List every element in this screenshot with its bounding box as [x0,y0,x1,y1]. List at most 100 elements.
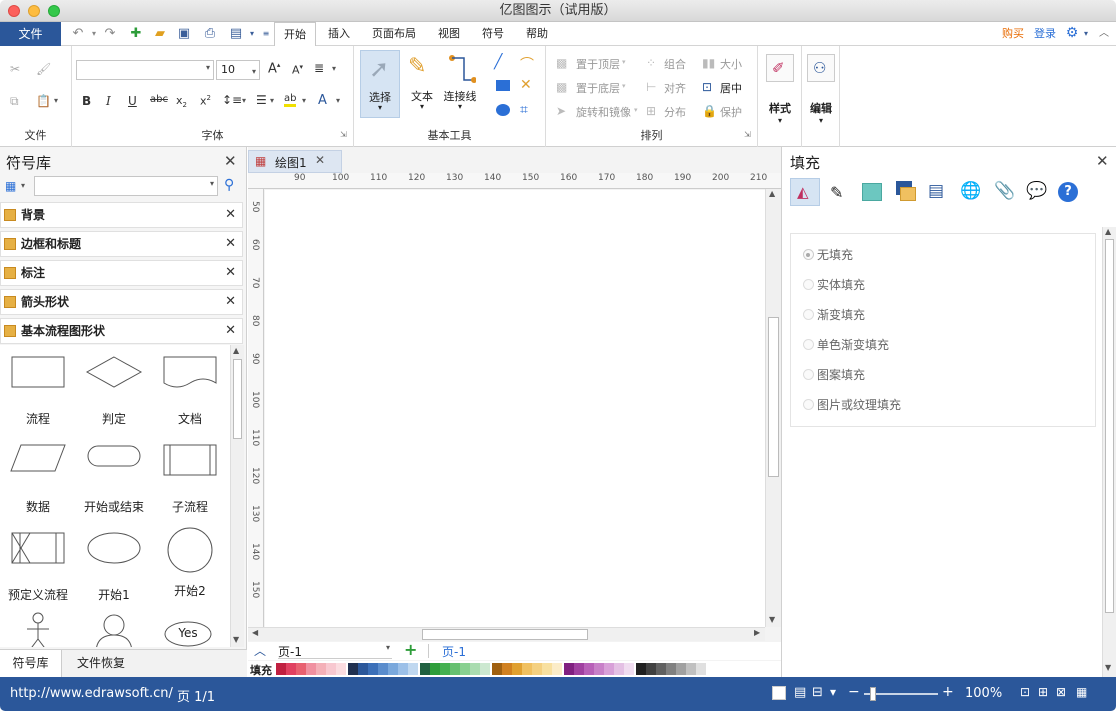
fill-option-picture-texture[interactable]: 图片或纹理填充 [803,396,901,413]
bring-front-button[interactable]: 置于顶层 [576,56,620,72]
style-dropdown-icon[interactable]: ▾ [758,116,802,125]
tab-view[interactable]: 视图 [432,22,466,46]
redo-icon[interactable]: ↷ [102,26,118,42]
page-view-icon[interactable]: ▤ [794,685,806,700]
color-swatch[interactable] [701,663,706,675]
line-tool-icon[interactable]: ╱ [494,54,502,70]
align-button[interactable]: 对齐 [664,80,686,96]
shape-predefined-process[interactable]: 预定义流程 [2,531,74,603]
subscript-icon[interactable]: x2 [176,94,187,109]
increase-font-icon[interactable]: A▴ [268,61,280,76]
fill-option-mono-gradient[interactable]: 单色渐变填充 [803,336,889,353]
tab-help[interactable]: 帮助 [520,22,554,46]
add-page-icon[interactable]: + [404,640,417,659]
search-icon[interactable]: ⚲ [224,177,234,193]
paste-dropdown-icon[interactable]: ▾ [54,96,58,105]
normal-view-icon[interactable] [772,686,786,700]
crop-tool-icon[interactable]: ⌗ [520,102,528,118]
arc-tool-icon[interactable]: ⌒ [520,54,534,74]
website-link[interactable]: http://www.edrawsoft.cn/ [10,686,173,701]
fit-page-icon[interactable]: ⊡ [1020,685,1030,699]
attachment-icon[interactable]: 📎 [994,181,1015,201]
text-align-dropdown-icon[interactable]: ▾ [332,64,336,73]
library-section-background[interactable]: 背景 ✕ [0,202,243,228]
zoom-area-icon[interactable]: ⊠ [1056,685,1066,699]
new-document-icon[interactable]: ✚ [128,26,144,42]
connector-tool-button[interactable]: 连接线 ▾ [442,50,478,118]
font-size-select[interactable]: 10 ▾ [216,60,260,80]
scroll-down-icon[interactable]: ▼ [233,635,239,644]
zoom-in-icon[interactable]: + [942,684,954,700]
close-window-button[interactable] [8,5,20,17]
library-menu-dropdown-icon[interactable]: ▾ [21,181,25,190]
comment-icon[interactable]: 💬 [1026,181,1047,201]
rotate-mirror-button[interactable]: 旋转和镜像 [576,104,631,120]
print-icon[interactable]: ⎙ [202,26,218,42]
text-tool-button[interactable]: ✎ 文本 ▾ [402,50,442,118]
shape-decision[interactable]: 判定 [82,355,146,427]
scroll-right-icon[interactable]: ▶ [754,628,760,637]
library-section-callouts[interactable]: 标注 ✕ [0,260,243,286]
canvas-horizontal-scrollbar[interactable]: ◀ ▶ [248,627,765,641]
drawing-page[interactable] [265,190,765,627]
text-align-icon[interactable]: ≣ [314,61,324,75]
shape-terminator[interactable]: 开始或结束 [78,443,150,515]
paste-icon[interactable]: 📋 [36,94,51,108]
radio-pattern[interactable] [803,369,814,380]
close-icon[interactable]: ✕ [225,232,236,256]
login-link[interactable]: 登录 [1030,22,1060,46]
buy-link[interactable]: 购买 [998,22,1028,46]
library-section-basic-flowchart[interactable]: 基本流程图形状 ✕ [0,318,243,344]
strikethrough-icon[interactable]: abc [150,94,168,105]
library-section-arrows[interactable]: 箭头形状 ✕ [0,289,243,315]
scroll-up-icon[interactable]: ▲ [233,346,239,355]
doc-tab-close-icon[interactable]: ✕ [315,153,325,167]
send-back-button[interactable]: 置于底层 [576,80,620,96]
color-swatch[interactable] [413,663,418,675]
settings-dropdown-icon[interactable]: ▾ [1078,26,1094,42]
rectangle-tool-icon[interactable] [496,80,510,91]
canvas-hscroll-thumb[interactable] [422,629,588,640]
fit-dropdown-icon[interactable]: ▾ [830,685,836,699]
doc-tab[interactable]: ▦ 绘图1 ✕ [248,150,342,173]
center-button[interactable]: 居中 [720,80,742,96]
color-swatch[interactable] [485,663,490,675]
hyperlink-globe-icon[interactable]: 🌐 [960,181,981,201]
file-menu-button[interactable]: 文件 [0,22,61,46]
collapse-ribbon-icon[interactable]: ︿ [1096,26,1112,42]
line-style-icon[interactable]: ✎ [830,183,843,202]
edit-button[interactable]: ⚇ [807,54,835,82]
open-folder-icon[interactable]: ▰ [152,26,168,42]
page-nav-up-icon[interactable]: ︿ [254,642,266,659]
font-color-icon[interactable]: A [318,93,327,108]
group-button[interactable]: 组合 [664,56,686,72]
shape-start1[interactable]: 开始1 [82,531,146,603]
library-section-borders-titles[interactable]: 边框和标题 ✕ [0,231,243,257]
shape-document[interactable]: 文档 [158,355,222,427]
shape-actor[interactable] [22,611,54,647]
tab-insert[interactable]: 插入 [322,22,356,46]
library-scroll-thumb[interactable] [233,359,242,439]
bullets-dropdown-icon[interactable]: ▾ [270,96,274,105]
zoom-window-button[interactable] [48,5,60,17]
presentation-icon[interactable]: ⊟ [812,685,823,700]
style-button[interactable]: ✐ [766,54,794,82]
library-scrollbar[interactable]: ▲ ▼ [230,345,244,647]
canvas-vertical-scrollbar[interactable]: ▲ ▼ [765,189,781,627]
radio-picture[interactable] [803,399,814,410]
fill-option-pattern[interactable]: 图案填充 [803,366,865,383]
fill-option-solid[interactable]: 实体填充 [803,276,865,293]
line-spacing-dropdown-icon[interactable]: ▾ [242,96,246,105]
close-icon[interactable]: ✕ [225,261,236,285]
scroll-up-icon[interactable]: ▲ [1105,227,1111,236]
ellipse-tool-icon[interactable] [496,104,510,116]
italic-icon[interactable]: I [106,94,111,108]
distribute-button[interactable]: 分布 [664,104,686,120]
tab-page-layout[interactable]: 页面布局 [366,22,422,46]
shape-subprocess[interactable]: 子流程 [158,443,222,515]
page-selector[interactable]: 页-1 ▾ [278,643,392,659]
color-swatch[interactable] [557,663,562,675]
customize-toolbar-icon[interactable]: ≡ [258,26,274,42]
export-icon[interactable]: ▤ [228,26,244,42]
fill-option-gradient[interactable]: 渐变填充 [803,306,865,323]
